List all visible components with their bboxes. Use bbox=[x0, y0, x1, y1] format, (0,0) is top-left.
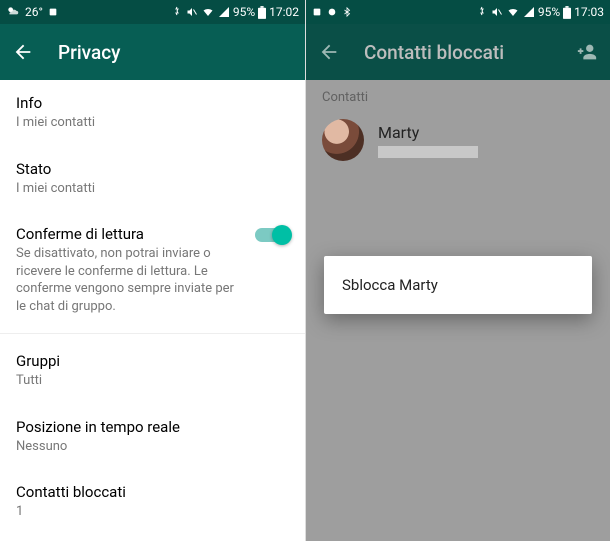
signal-icon bbox=[218, 6, 230, 18]
battery-pct: 95% bbox=[233, 5, 255, 19]
section-header: Contatti bbox=[306, 80, 610, 111]
page-title: Privacy bbox=[58, 41, 293, 64]
item-label: Contatti bloccati bbox=[16, 483, 289, 501]
add-contact-button[interactable] bbox=[576, 41, 598, 63]
battery-icon bbox=[258, 6, 266, 19]
blocked-contacts-screen: 95% 17:03 Contatti bloccati Contatti Mar… bbox=[305, 0, 610, 541]
avatar bbox=[322, 119, 364, 161]
battery-icon bbox=[563, 6, 571, 19]
app-notification-icon bbox=[48, 7, 58, 17]
item-sub: Tutti bbox=[16, 372, 266, 390]
item-sub: Se disattivato, non potrai inviare o ric… bbox=[16, 245, 243, 315]
wifi-icon bbox=[201, 6, 215, 18]
unblock-option[interactable]: Sblocca Marty bbox=[342, 276, 574, 294]
status-bar: 95% 17:03 bbox=[306, 0, 610, 24]
temperature: 26° bbox=[25, 5, 43, 19]
item-label: Conferme di lettura bbox=[16, 225, 243, 243]
blocked-content: Contatti Marty Sblocca Marty bbox=[306, 80, 610, 541]
signal-icon bbox=[523, 6, 535, 18]
clock: 17:02 bbox=[269, 5, 299, 19]
item-sub: 1 bbox=[16, 503, 266, 521]
privacy-item-read-receipts[interactable]: Conferme di lettura Se disattivato, non … bbox=[0, 211, 305, 329]
divider bbox=[0, 333, 305, 334]
weather-icon bbox=[6, 5, 20, 19]
privacy-item-groups[interactable]: Gruppi Tutti bbox=[0, 338, 305, 404]
app-bar: Contatti bloccati bbox=[306, 24, 610, 80]
battery-pct: 95% bbox=[538, 5, 560, 19]
blocked-contact-row[interactable]: Marty bbox=[306, 111, 610, 169]
privacy-item-live-location[interactable]: Posizione in tempo reale Nessuno bbox=[0, 404, 305, 470]
item-sub: I miei contatti bbox=[16, 114, 266, 132]
item-label: Info bbox=[16, 94, 289, 112]
item-sub: I miei contatti bbox=[16, 180, 266, 198]
read-receipts-toggle[interactable] bbox=[255, 228, 289, 242]
mute-icon bbox=[186, 6, 198, 18]
item-label: Stato bbox=[16, 160, 289, 178]
privacy-item-status[interactable]: Stato I miei contatti bbox=[0, 146, 305, 212]
privacy-list: Info I miei contatti Stato I miei contat… bbox=[0, 80, 305, 541]
vibrate-icon bbox=[171, 6, 183, 18]
back-button[interactable] bbox=[318, 41, 340, 63]
privacy-item-blocked-contacts[interactable]: Contatti bloccati 1 bbox=[0, 469, 305, 535]
item-sub: Nessuno bbox=[16, 438, 266, 456]
contact-name: Marty bbox=[378, 123, 478, 142]
clock: 17:03 bbox=[574, 5, 604, 19]
privacy-item-info[interactable]: Info I miei contatti bbox=[0, 80, 305, 146]
wifi-icon bbox=[506, 6, 520, 18]
vibrate-icon bbox=[476, 6, 488, 18]
app-notification-icon bbox=[312, 7, 322, 17]
back-button[interactable] bbox=[12, 41, 34, 63]
context-menu: Sblocca Marty bbox=[324, 256, 592, 314]
contact-status-redacted bbox=[378, 146, 478, 158]
app-notification-icon bbox=[327, 7, 337, 17]
app-bar: Privacy bbox=[0, 24, 305, 80]
item-label: Posizione in tempo reale bbox=[16, 418, 289, 436]
privacy-item-fingerprint-lock[interactable]: Blocco con impronta digitale Disattivata bbox=[0, 535, 305, 541]
bluetooth-icon bbox=[342, 6, 352, 18]
page-title: Contatti bloccati bbox=[364, 41, 552, 64]
privacy-screen: 26° 95% 17:02 Privacy Info I miei contat… bbox=[0, 0, 305, 541]
mute-icon bbox=[491, 6, 503, 18]
item-label: Gruppi bbox=[16, 352, 289, 370]
status-bar: 26° 95% 17:02 bbox=[0, 0, 305, 24]
